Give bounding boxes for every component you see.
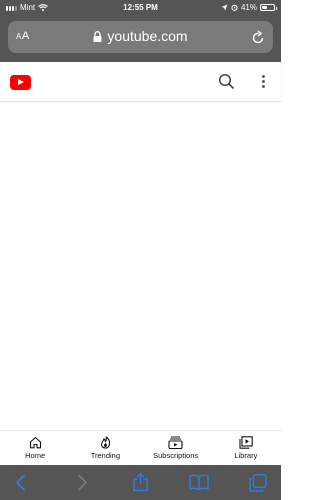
url-text: youtube.com <box>107 28 188 44</box>
flame-icon <box>100 436 110 449</box>
status-indicators: 41% <box>221 3 277 12</box>
url-display[interactable]: youtube.com <box>8 28 273 44</box>
alarm-icon <box>231 4 238 11</box>
share-icon[interactable] <box>132 472 149 492</box>
nav-home[interactable]: Home <box>0 431 70 465</box>
nav-home-label: Home <box>25 451 46 460</box>
tabs-icon[interactable] <box>249 474 267 492</box>
nav-library-label: Library <box>234 451 258 460</box>
address-bar[interactable]: AA youtube.com <box>8 21 273 53</box>
home-icon <box>29 436 41 449</box>
browser-top-chrome: Mint 12:55 PM 41% AA youtube.com <box>0 0 281 62</box>
bookmarks-icon[interactable] <box>189 474 209 490</box>
subscriptions-icon <box>168 436 183 449</box>
safari-toolbar <box>0 465 281 500</box>
location-icon <box>221 4 228 11</box>
nav-trending-label: Trending <box>90 451 121 460</box>
battery-percent: 41% <box>240 3 257 12</box>
more-vertical-icon[interactable] <box>255 73 272 90</box>
nav-trending[interactable]: Trending <box>70 431 140 465</box>
nav-subscriptions[interactable]: Subscriptions <box>141 431 211 465</box>
main-content <box>0 103 281 430</box>
nav-library[interactable]: Library <box>211 431 281 465</box>
battery-icon <box>260 4 277 11</box>
reload-icon[interactable] <box>252 30 265 44</box>
forward-arrow-icon[interactable] <box>75 474 89 491</box>
lock-icon <box>93 31 102 42</box>
status-bar: Mint 12:55 PM 41% <box>0 0 281 16</box>
back-arrow-icon[interactable] <box>14 474 28 491</box>
nav-subscriptions-label: Subscriptions <box>153 451 199 460</box>
youtube-bottom-nav: Home Trending Subscriptions Library <box>0 430 281 465</box>
youtube-header <box>0 62 281 102</box>
youtube-logo-icon[interactable] <box>10 75 31 90</box>
search-icon[interactable] <box>218 73 235 90</box>
library-icon <box>239 436 253 449</box>
